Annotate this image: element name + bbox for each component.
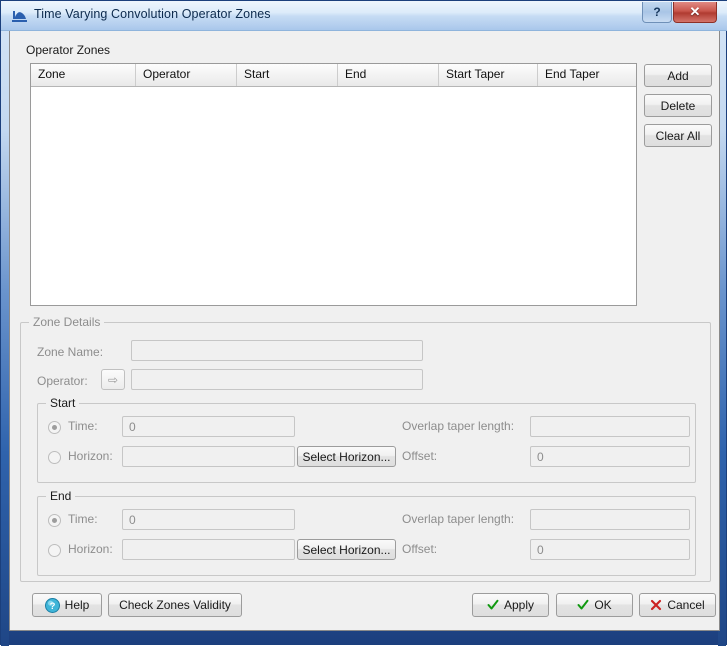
end-horizon-label: Horizon: [68,542,113,556]
column-header-operator[interactable]: Operator [136,64,237,86]
end-overlap-taper-input[interactable] [530,509,690,530]
column-header-zone[interactable]: Zone [31,64,136,86]
end-horizon-radio[interactable] [48,544,61,557]
cancel-button-label: Cancel [667,598,705,612]
titlebar-close-button[interactable]: ✕ [673,2,717,23]
end-time-label: Time: [68,512,98,526]
end-offset-input[interactable]: 0 [530,539,690,560]
clear-all-button[interactable]: Clear All [644,124,712,147]
title-bar[interactable]: Time Varying Convolution Operator Zones … [1,1,727,31]
check-zones-validity-button[interactable]: Check Zones Validity [108,593,242,617]
window-frame-left [1,1,9,646]
end-group: End Time: 0 Horizon: Select Horizon... O… [37,489,696,576]
start-time-radio[interactable] [48,421,61,434]
start-horizon-input[interactable] [122,446,295,467]
end-overlap-taper-label: Overlap taper length: [402,512,515,526]
end-time-input[interactable]: 0 [122,509,295,530]
start-select-horizon-button[interactable]: Select Horizon... [297,446,396,467]
operator-input[interactable] [131,369,423,390]
add-button[interactable]: Add [644,64,712,87]
cancel-button[interactable]: Cancel [639,593,716,617]
zone-details-group: Zone Details Zone Name: Operator: ⇨ Star… [20,315,711,582]
svg-text:?: ? [49,601,55,612]
start-horizon-radio[interactable] [48,451,61,464]
apply-button-label: Apply [503,598,535,612]
column-header-start-taper[interactable]: Start Taper [439,64,538,86]
check-icon [487,599,499,611]
dialog-window: Time Varying Convolution Operator Zones … [0,0,727,646]
column-header-end-taper[interactable]: End Taper [538,64,636,86]
table-body[interactable] [31,87,636,305]
end-group-title: End [46,489,76,503]
operator-label: Operator: [37,374,88,388]
operator-zones-table[interactable]: Zone Operator Start End Start Taper End … [30,63,637,306]
start-offset-input[interactable]: 0 [530,446,690,467]
operator-browse-button[interactable]: ⇨ [101,369,125,390]
start-group: Start Time: 0 Horizon: Select Horizon...… [37,396,696,483]
end-select-horizon-button[interactable]: Select Horizon... [297,539,396,560]
help-button[interactable]: ? Help [32,593,102,617]
end-time-radio[interactable] [48,514,61,527]
help-icon: ? [44,597,60,613]
column-header-start[interactable]: Start [237,64,338,86]
end-horizon-input[interactable] [122,539,295,560]
close-icon [650,599,662,611]
start-time-label: Time: [68,419,98,433]
start-time-input[interactable]: 0 [122,416,295,437]
delete-button[interactable]: Delete [644,94,712,117]
table-header-row: Zone Operator Start End Start Taper End … [31,64,636,87]
client-area: Operator Zones Zone Operator Start End S… [9,31,720,631]
ok-button-label: OK [594,598,612,612]
operator-zones-group-title: Operator Zones [22,43,115,57]
start-overlap-taper-input[interactable] [530,416,690,437]
column-header-end[interactable]: End [338,64,439,86]
window-title: Time Varying Convolution Operator Zones [34,7,271,21]
start-horizon-label: Horizon: [68,449,113,463]
ok-button[interactable]: OK [556,593,633,617]
apply-button[interactable]: Apply [472,593,549,617]
app-icon [11,8,28,24]
start-group-title: Start [46,396,80,410]
zone-details-group-title: Zone Details [29,315,105,329]
help-button-label: Help [64,598,90,612]
end-offset-label: Offset: [402,542,438,556]
start-overlap-taper-label: Overlap taper length: [402,419,515,433]
zone-name-input[interactable] [131,340,423,361]
operator-zones-group: Operator Zones Zone Operator Start End S… [18,43,713,326]
titlebar-help-button[interactable]: ? [642,2,672,23]
zone-name-label: Zone Name: [37,345,104,359]
check-icon [577,599,589,611]
start-offset-label: Offset: [402,449,438,463]
